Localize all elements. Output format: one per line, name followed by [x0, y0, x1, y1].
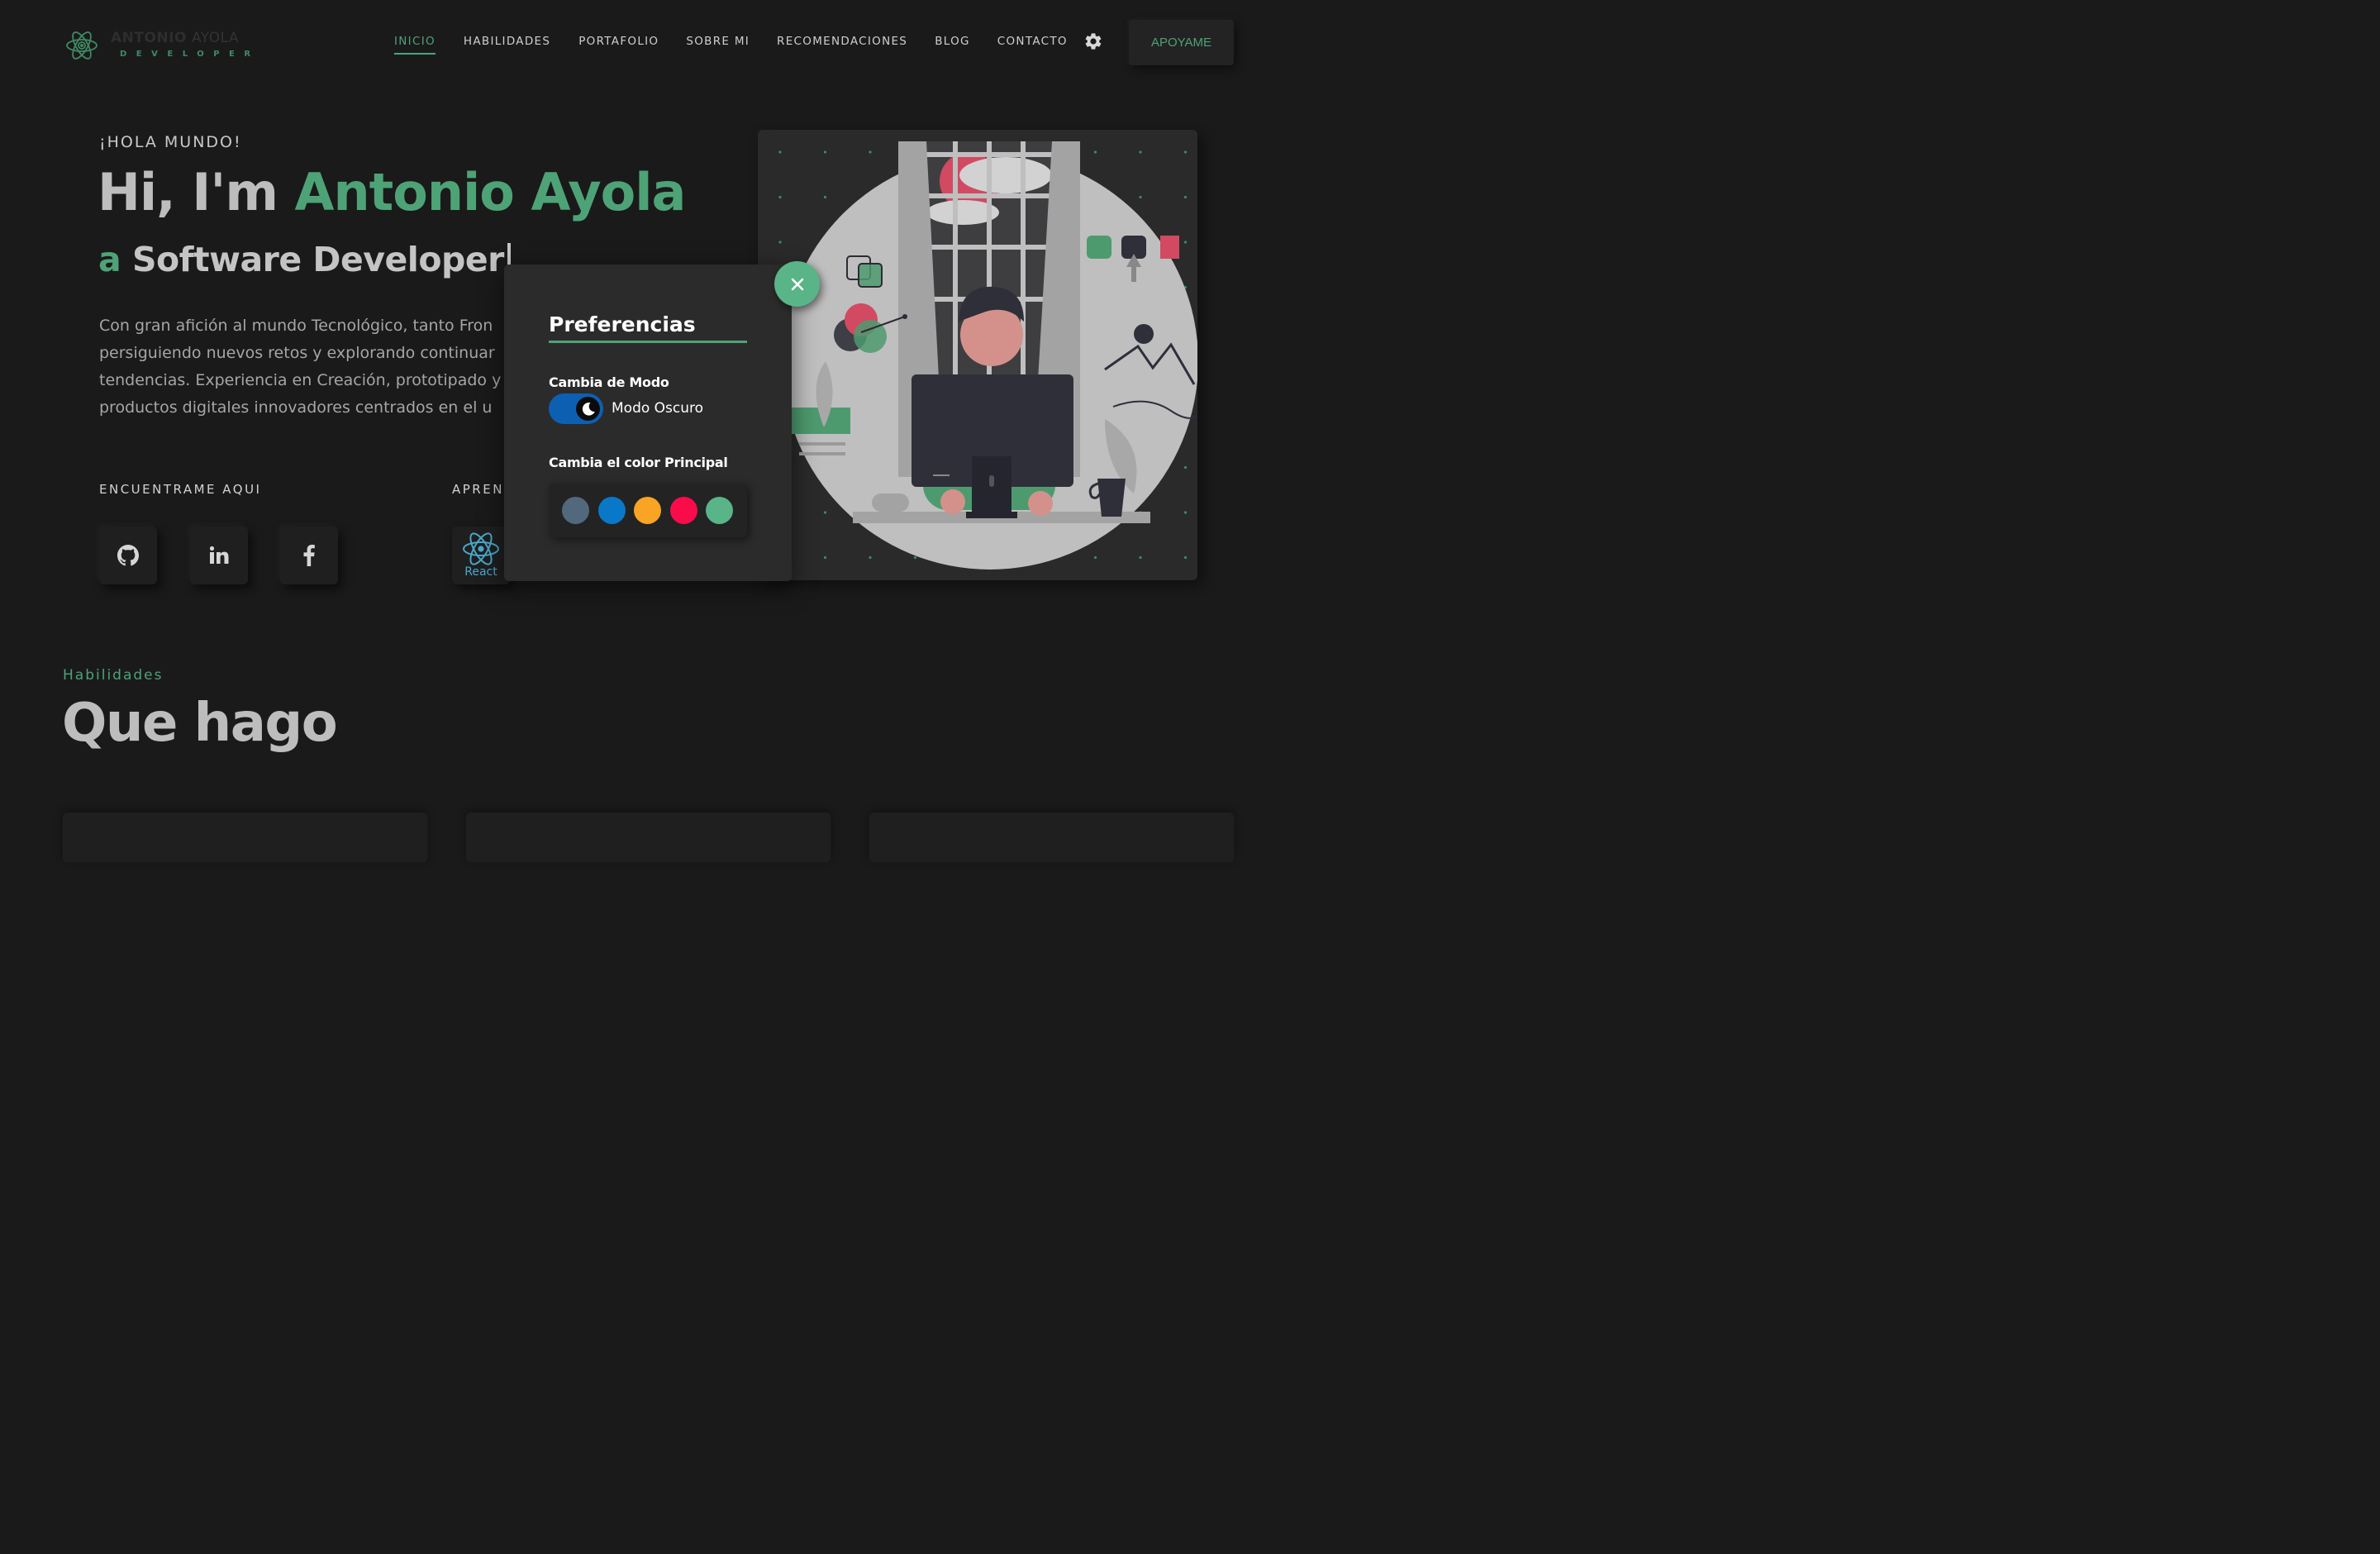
- react-icon: [463, 532, 499, 565]
- atom-logo-icon: [66, 31, 98, 60]
- find-me-label: ENCUENTRAME AQUI: [99, 482, 262, 497]
- color-swatch-red[interactable]: [670, 497, 697, 524]
- brand-last-name: AYOLA: [191, 30, 240, 46]
- nav-link-sobre-mi[interactable]: SOBRE MI: [686, 35, 750, 55]
- hero-subtitle-role: Software Developer: [131, 240, 504, 279]
- dark-mode-toggle[interactable]: [549, 393, 603, 424]
- nav-link-inicio[interactable]: INICIO: [394, 35, 436, 55]
- skill-card: [869, 813, 1234, 862]
- hero-description-line: productos digitales innovadores centrado…: [99, 398, 493, 417]
- hero-subtitle-prefix: a: [98, 240, 132, 279]
- color-swatch-orange[interactable]: [634, 497, 661, 524]
- react-label: React: [464, 565, 497, 579]
- hero-description: Con gran afición al mundo Tecnológico, t…: [99, 312, 529, 422]
- nav-link-portafolio[interactable]: PORTAFOLIO: [578, 35, 659, 55]
- color-swatch-blue[interactable]: [598, 497, 626, 524]
- color-swatch-slate[interactable]: [562, 497, 589, 524]
- github-link[interactable]: [99, 527, 157, 584]
- hero-title-name: Antonio Ayola: [294, 162, 687, 222]
- linkedin-link[interactable]: [190, 527, 248, 584]
- hero-title: Hi, I'm Antonio Ayola: [98, 162, 687, 222]
- section-title: Que hago: [62, 693, 338, 754]
- skill-card: [466, 813, 831, 862]
- mode-value: Modo Oscuro: [612, 400, 704, 417]
- nav-link-recomendaciones[interactable]: RECOMENDACIONES: [777, 35, 907, 55]
- gear-icon[interactable]: [1083, 31, 1103, 51]
- close-icon: [791, 278, 803, 290]
- color-heading: Cambia el color Principal: [549, 455, 728, 470]
- learning-label: APREN: [452, 482, 504, 497]
- hero-illustration: [758, 130, 1197, 580]
- title-underline: [549, 341, 747, 343]
- color-swatch-panel: [549, 483, 747, 537]
- facebook-link[interactable]: [280, 527, 338, 584]
- skill-card: [63, 813, 427, 862]
- nav-link-blog[interactable]: BLOG: [935, 35, 970, 55]
- developer-illustration: [758, 130, 1197, 580]
- hero-description-line: persiguiendo nuevos retos y explorando c…: [99, 344, 495, 362]
- support-button[interactable]: APOYAME: [1129, 20, 1234, 65]
- hero-description-line: tendencias. Experiencia en Creación, pro…: [99, 371, 502, 389]
- main-menu: INICIO HABILIDADES PORTAFOLIO SOBRE MI R…: [394, 35, 1068, 55]
- nav-link-contacto[interactable]: CONTACTO: [997, 35, 1068, 55]
- github-icon: [117, 545, 139, 566]
- preferences-title: Preferencias: [549, 312, 696, 336]
- facebook-icon: [303, 545, 315, 566]
- brand-subtitle: DEVELOPER: [120, 50, 260, 59]
- brand-logo[interactable]: ANTONIO AYOLA DEVELOPER: [64, 28, 263, 63]
- nav-link-habilidades[interactable]: HABILIDADES: [464, 35, 550, 55]
- preferences-modal: Preferencias Cambia de Modo Modo Oscuro …: [504, 265, 792, 581]
- color-swatch-green[interactable]: [706, 497, 733, 524]
- react-tech-tile[interactable]: React: [452, 527, 510, 584]
- mode-heading: Cambia de Modo: [549, 374, 669, 390]
- close-preferences-button[interactable]: [774, 261, 820, 307]
- hero-description-line: Con gran afición al mundo Tecnológico, t…: [99, 317, 493, 335]
- brand-name: ANTONIO AYOLA: [111, 30, 239, 46]
- brand-first-name: ANTONIO: [111, 30, 187, 46]
- linkedin-icon: [209, 546, 229, 564]
- hero-title-prefix: Hi, I'm: [98, 162, 295, 222]
- moon-icon: [582, 402, 595, 416]
- section-kicker: Habilidades: [63, 667, 164, 684]
- hero-subtitle: a Software Developer: [98, 240, 511, 279]
- top-navbar: ANTONIO AYOLA DEVELOPER INICIO HABILIDADE…: [0, 0, 1296, 86]
- hero-greeting: ¡HOLA MUNDO!: [99, 133, 242, 151]
- toggle-knob: [576, 397, 600, 421]
